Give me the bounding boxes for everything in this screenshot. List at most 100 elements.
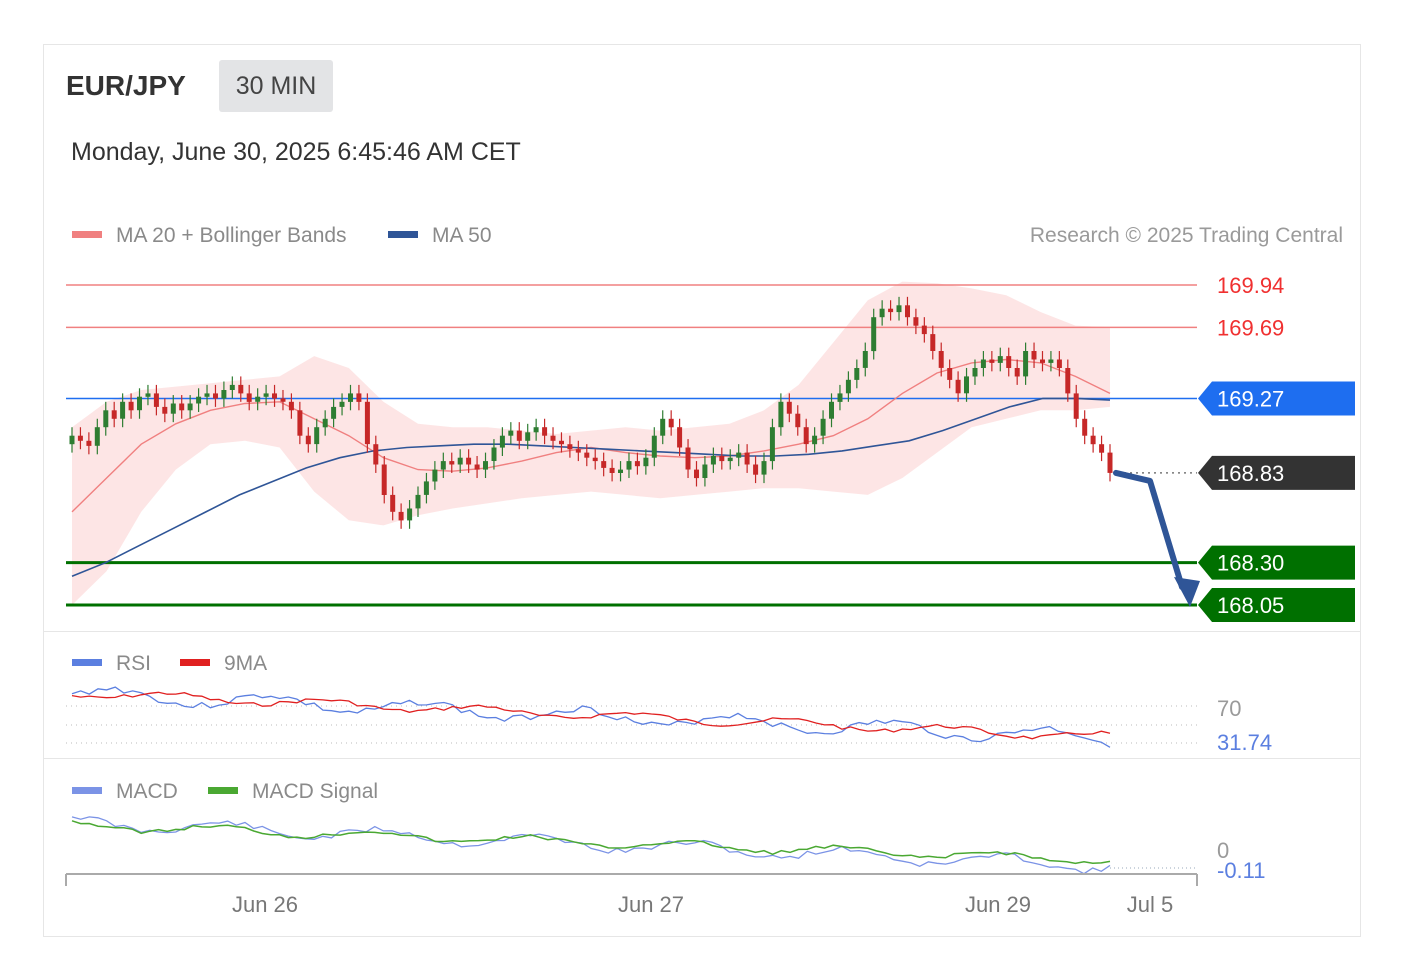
rsi-last-value: 31.74 (1217, 730, 1272, 755)
candle-body (153, 393, 159, 407)
candle-body (86, 440, 92, 446)
candle-body (221, 390, 227, 399)
candle-body (761, 461, 767, 475)
candle-body (407, 508, 413, 521)
candle-body (103, 410, 109, 428)
candle-body (778, 401, 784, 428)
projection-arrow-head (1174, 577, 1200, 607)
candle-body (305, 435, 311, 445)
candle-body (128, 401, 134, 411)
candle-body (660, 418, 666, 436)
resistance-label: 169.94 (1217, 273, 1284, 298)
x-tick-label: Jun 29 (965, 892, 1031, 917)
support-price-label: 168.05 (1217, 593, 1284, 618)
candle-body (423, 481, 429, 495)
candle-body (719, 456, 725, 462)
candle-body (356, 393, 362, 402)
candle-body (77, 435, 83, 441)
candle-body (1099, 444, 1105, 453)
candle-body (255, 396, 261, 402)
candle-body (854, 368, 860, 380)
candle-body (964, 376, 969, 394)
candle-body (213, 393, 218, 399)
candle-body (955, 379, 961, 394)
candle-body (204, 393, 210, 397)
candle-body (339, 401, 345, 407)
candle-body (550, 435, 556, 441)
candle-body (196, 396, 202, 404)
candle-body (288, 401, 294, 411)
candle-body (120, 401, 126, 419)
candle-body (559, 440, 564, 445)
candle-body (888, 308, 894, 313)
candle-body (1031, 351, 1037, 360)
candle-body (364, 401, 370, 445)
candle-body (373, 444, 379, 465)
candle-body (69, 435, 75, 445)
candle-body (491, 447, 497, 461)
candle-body (1090, 435, 1096, 445)
candle-body (685, 447, 691, 470)
candle-body (111, 410, 117, 419)
candle-body (820, 418, 826, 436)
candle-body (137, 396, 142, 411)
x-tick-label: Jun 26 (232, 892, 298, 917)
candle-body (905, 305, 910, 318)
candle-body (837, 393, 843, 402)
candle-body (348, 393, 353, 402)
candle-body (651, 435, 657, 458)
candle-body (668, 418, 674, 428)
candle-body (415, 494, 421, 509)
candle-body (1073, 393, 1079, 419)
candle-body (499, 435, 505, 448)
candle-body (980, 359, 986, 368)
candle-body (246, 393, 252, 402)
candle-body (314, 427, 320, 445)
candle-body (263, 393, 269, 397)
candle-body (432, 469, 438, 482)
candle-body (238, 384, 244, 394)
candle-body (297, 410, 303, 436)
candle-body (753, 464, 759, 475)
candle-body (786, 401, 792, 414)
candle-body (913, 317, 919, 326)
candle-body (331, 406, 337, 419)
candle-body (381, 464, 387, 495)
candle-body (398, 511, 404, 521)
candle-body (508, 430, 514, 436)
candle-body (736, 452, 742, 458)
candle-body (592, 457, 598, 462)
candle-body (989, 359, 995, 363)
candle-body (457, 457, 463, 465)
candle-body (829, 401, 834, 419)
candle-body (1006, 356, 1012, 368)
price-chart[interactable]: 169.94 169.69 169.27 168.83 168.30 168.05 70 31… (0, 0, 1410, 966)
candle-body (1082, 418, 1088, 436)
resistance-label: 169.69 (1217, 315, 1284, 340)
candle-body (584, 452, 590, 458)
candle-body (1048, 359, 1054, 363)
candle-body (466, 457, 472, 465)
candle-body (390, 494, 396, 512)
candle-body (795, 413, 801, 428)
candle-body (474, 464, 480, 470)
projection-arrow-shaft (1113, 469, 1185, 590)
candle-body (702, 464, 708, 478)
candle-body (634, 461, 640, 467)
candle-body (483, 461, 488, 470)
candle-body (879, 308, 885, 318)
candle-body (449, 461, 455, 465)
candle-body (170, 403, 176, 414)
candle-body (626, 461, 632, 470)
candle-body (533, 427, 539, 433)
candle-body (609, 467, 615, 473)
support-price-label: 168.30 (1217, 551, 1284, 576)
candle-body (1040, 359, 1045, 363)
candle-body (896, 305, 902, 313)
candle-body (145, 393, 151, 397)
candle-body (94, 427, 100, 446)
candle-body (1107, 452, 1113, 473)
x-tick-label: Jul 5 (1127, 892, 1173, 917)
candle-body (845, 379, 851, 394)
candle-body (921, 325, 927, 335)
